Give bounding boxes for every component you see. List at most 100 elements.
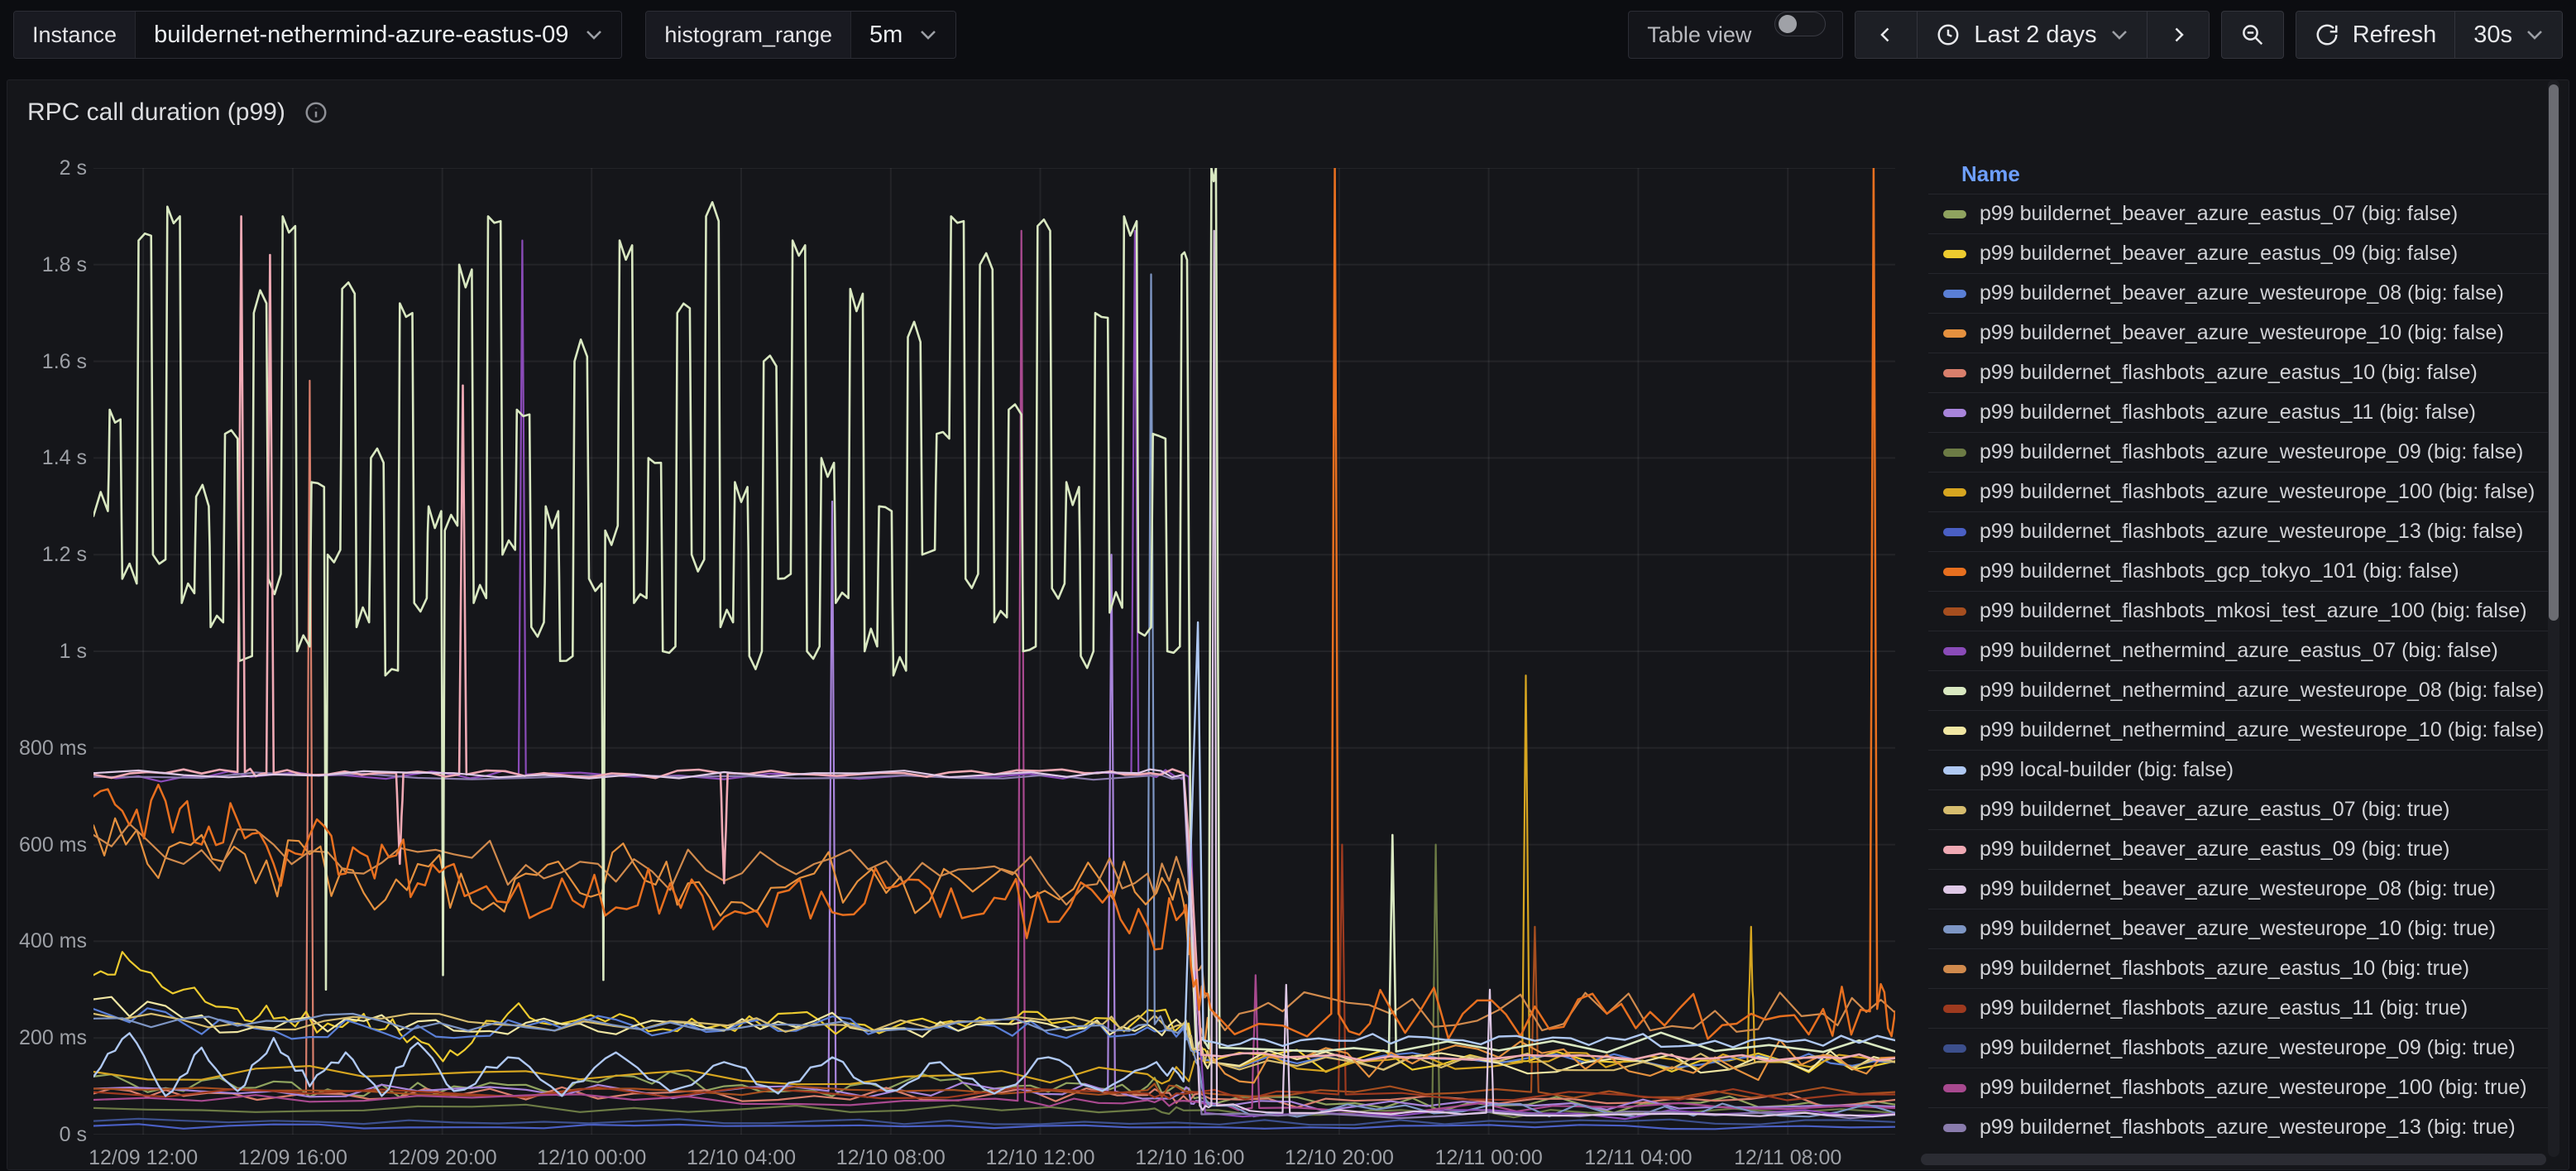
- legend-item[interactable]: p99 buildernet_flashbots_azure_eastus_10…: [1928, 353, 2555, 392]
- time-range-label: Last 2 days: [1974, 22, 2096, 49]
- series-color-swatch: [1943, 925, 1966, 933]
- legend-item[interactable]: p99 buildernet_beaver_azure_westeurope_0…: [1928, 869, 2555, 909]
- series-color-swatch: [1943, 965, 1966, 973]
- legend-item[interactable]: p99 buildernet_flashbots_azure_eastus_11…: [1928, 392, 2555, 432]
- legend-header-name[interactable]: Name: [1928, 160, 2555, 194]
- histogram-range-variable-control: histogram_range 5m: [645, 11, 956, 59]
- series-name: p99 buildernet_beaver_azure_eastus_07 (b…: [1980, 798, 2449, 822]
- y-axis-tick-label: 200 ms: [11, 1025, 87, 1050]
- legend-item[interactable]: p99 buildernet_beaver_azure_westeurope_1…: [1928, 909, 2555, 948]
- refresh-interval-dropdown[interactable]: 30s: [2454, 12, 2562, 58]
- legend-item[interactable]: p99 buildernet_flashbots_azure_westeurop…: [1928, 1028, 2555, 1068]
- time-range-back-button[interactable]: [1855, 12, 1917, 58]
- series-color-swatch: [1943, 806, 1966, 814]
- instance-variable-control: Instance buildernet-nethermind-azure-eas…: [13, 11, 622, 59]
- info-icon[interactable]: [304, 100, 328, 125]
- series-lines: [93, 168, 1895, 1129]
- series-name: p99 buildernet_nethermind_azure_eastus_0…: [1980, 639, 2498, 663]
- refresh-label: Refresh: [2353, 22, 2437, 49]
- legend-item[interactable]: p99 buildernet_flashbots_mkosi_test_azur…: [1928, 591, 2555, 631]
- series-line: [93, 952, 1895, 1072]
- x-axis-tick-label: 12/09 20:00: [388, 1146, 497, 1170]
- y-axis-tick-label: 1.8 s: [11, 252, 87, 277]
- time-range-forward-button[interactable]: [2147, 12, 2209, 58]
- zoom-out-button[interactable]: [2221, 11, 2284, 59]
- legend-scrollbar-thumb[interactable]: [2549, 84, 2559, 621]
- legend-item[interactable]: p99 buildernet_beaver_azure_eastus_09 (b…: [1928, 233, 2555, 273]
- series-color-swatch: [1943, 369, 1966, 377]
- legend-item[interactable]: p99 buildernet_flashbots_azure_westeurop…: [1928, 511, 2555, 551]
- legend-item[interactable]: p99 buildernet_beaver_azure_westeurope_1…: [1928, 313, 2555, 353]
- legend-item[interactable]: p99 buildernet_beaver_azure_eastus_09 (b…: [1928, 829, 2555, 869]
- series-name: p99 buildernet_beaver_azure_eastus_07 (b…: [1980, 202, 2458, 226]
- series-name: p99 buildernet_flashbots_azure_eastus_11…: [1980, 996, 2468, 1020]
- series-color-swatch: [1943, 1044, 1966, 1053]
- series-name: p99 buildernet_beaver_azure_westeurope_1…: [1980, 321, 2504, 345]
- x-axis-tick-label: 12/11 04:00: [1584, 1146, 1692, 1170]
- x-axis-tick-label: 12/11 08:00: [1734, 1146, 1841, 1170]
- series-color-swatch: [1943, 250, 1966, 258]
- series-name: p99 local-builder (big: false): [1980, 758, 2234, 782]
- refresh-group: Refresh 30s: [2296, 11, 2563, 59]
- legend-item[interactable]: p99 buildernet_nethermind_azure_westeuro…: [1928, 670, 2555, 710]
- series-line: [93, 216, 1895, 1061]
- legend-item[interactable]: p99 local-builder (big: false): [1928, 750, 2555, 789]
- x-axis-tick-label: 12/10 12:00: [985, 1146, 1094, 1170]
- legend-item[interactable]: p99 buildernet_beaver_azure_eastus_07 (b…: [1928, 789, 2555, 829]
- toolbar: Instance buildernet-nethermind-azure-eas…: [0, 0, 2576, 70]
- chart-canvas: [93, 168, 1895, 1135]
- series-color-swatch: [1943, 488, 1966, 497]
- histogram-range-dropdown[interactable]: 5m: [851, 12, 955, 58]
- series-color-swatch: [1943, 528, 1966, 536]
- legend-item[interactable]: p99 buildernet_flashbots_azure_westeurop…: [1928, 1107, 2555, 1147]
- time-range-picker-button[interactable]: Last 2 days: [1917, 12, 2146, 58]
- instance-value: buildernet-nethermind-azure-eastus-09: [154, 22, 568, 49]
- series-name: p99 buildernet_flashbots_azure_westeurop…: [1980, 1076, 2527, 1100]
- series-name: p99 buildernet_flashbots_mkosi_test_azur…: [1980, 599, 2527, 623]
- x-axis-tick-label: 12/09 12:00: [89, 1146, 198, 1170]
- legend-item[interactable]: p99 buildernet_flashbots_azure_westeurop…: [1928, 1068, 2555, 1107]
- legend-horizontal-scrollbar[interactable]: [1921, 1154, 2546, 1165]
- series-color-swatch: [1943, 727, 1966, 735]
- histogram-range-label: histogram_range: [646, 12, 851, 58]
- clock-icon: [1936, 22, 1961, 47]
- chevron-right-icon: [2166, 22, 2191, 47]
- x-axis-tick-label: 12/10 04:00: [687, 1146, 796, 1170]
- series-name: p99 buildernet_beaver_azure_eastus_09 (b…: [1980, 837, 2449, 861]
- y-axis-tick-label: 1.4 s: [11, 445, 87, 470]
- series-name: p99 buildernet_nethermind_azure_westeuro…: [1980, 679, 2544, 703]
- y-axis-tick-label: 1.6 s: [11, 349, 87, 374]
- legend-item[interactable]: p99 buildernet_flashbots_azure_westeurop…: [1928, 472, 2555, 511]
- refresh-icon: [2315, 22, 2339, 47]
- legend-item[interactable]: p99 buildernet_beaver_azure_westeurope_0…: [1928, 273, 2555, 313]
- legend-scrollbar-track[interactable]: [2548, 79, 2559, 1157]
- legend-item[interactable]: p99 buildernet_nethermind_azure_westeuro…: [1928, 710, 2555, 750]
- chevron-left-icon: [1874, 22, 1898, 47]
- series-line: [93, 231, 1895, 1119]
- series-name: p99 buildernet_flashbots_azure_eastus_11…: [1980, 401, 2476, 425]
- series-name: p99 buildernet_flashbots_gcp_tokyo_101 (…: [1980, 559, 2459, 583]
- series-color-swatch: [1943, 687, 1966, 695]
- x-axis-tick-label: 12/10 00:00: [537, 1146, 646, 1170]
- toggle-knob: [1779, 15, 1797, 33]
- series-name: p99 buildernet_beaver_azure_westeurope_0…: [1980, 877, 2496, 901]
- x-axis-tick-label: 12/10 08:00: [836, 1146, 946, 1170]
- table-view-toggle[interactable]: [1774, 12, 1826, 36]
- series-name: p99 buildernet_flashbots_azure_eastus_10…: [1980, 361, 2478, 385]
- table-view-label: Table view: [1629, 12, 1769, 58]
- series-color-swatch: [1943, 568, 1966, 576]
- legend-item[interactable]: p99 buildernet_flashbots_azure_eastus_11…: [1928, 988, 2555, 1028]
- instance-dropdown[interactable]: buildernet-nethermind-azure-eastus-09: [136, 12, 621, 58]
- time-series-plot[interactable]: [93, 168, 1895, 1135]
- series-name: p99 buildernet_flashbots_azure_westeurop…: [1980, 440, 2523, 464]
- legend-item[interactable]: p99 buildernet_flashbots_azure_eastus_10…: [1928, 948, 2555, 988]
- legend-item[interactable]: p99 buildernet_beaver_azure_eastus_07 (b…: [1928, 194, 2555, 233]
- series-line: [93, 168, 1895, 1053]
- legend-item[interactable]: p99 buildernet_flashbots_gcp_tokyo_101 (…: [1928, 551, 2555, 591]
- y-axis: 0 s200 ms400 ms600 ms800 ms1 s1.2 s1.4 s…: [7, 80, 87, 1171]
- refresh-button[interactable]: Refresh: [2296, 12, 2455, 58]
- legend-item[interactable]: p99 buildernet_flashbots_azure_westeurop…: [1928, 432, 2555, 472]
- y-axis-tick-label: 600 ms: [11, 833, 87, 857]
- series-color-swatch: [1943, 449, 1966, 457]
- legend-item[interactable]: p99 buildernet_nethermind_azure_eastus_0…: [1928, 631, 2555, 670]
